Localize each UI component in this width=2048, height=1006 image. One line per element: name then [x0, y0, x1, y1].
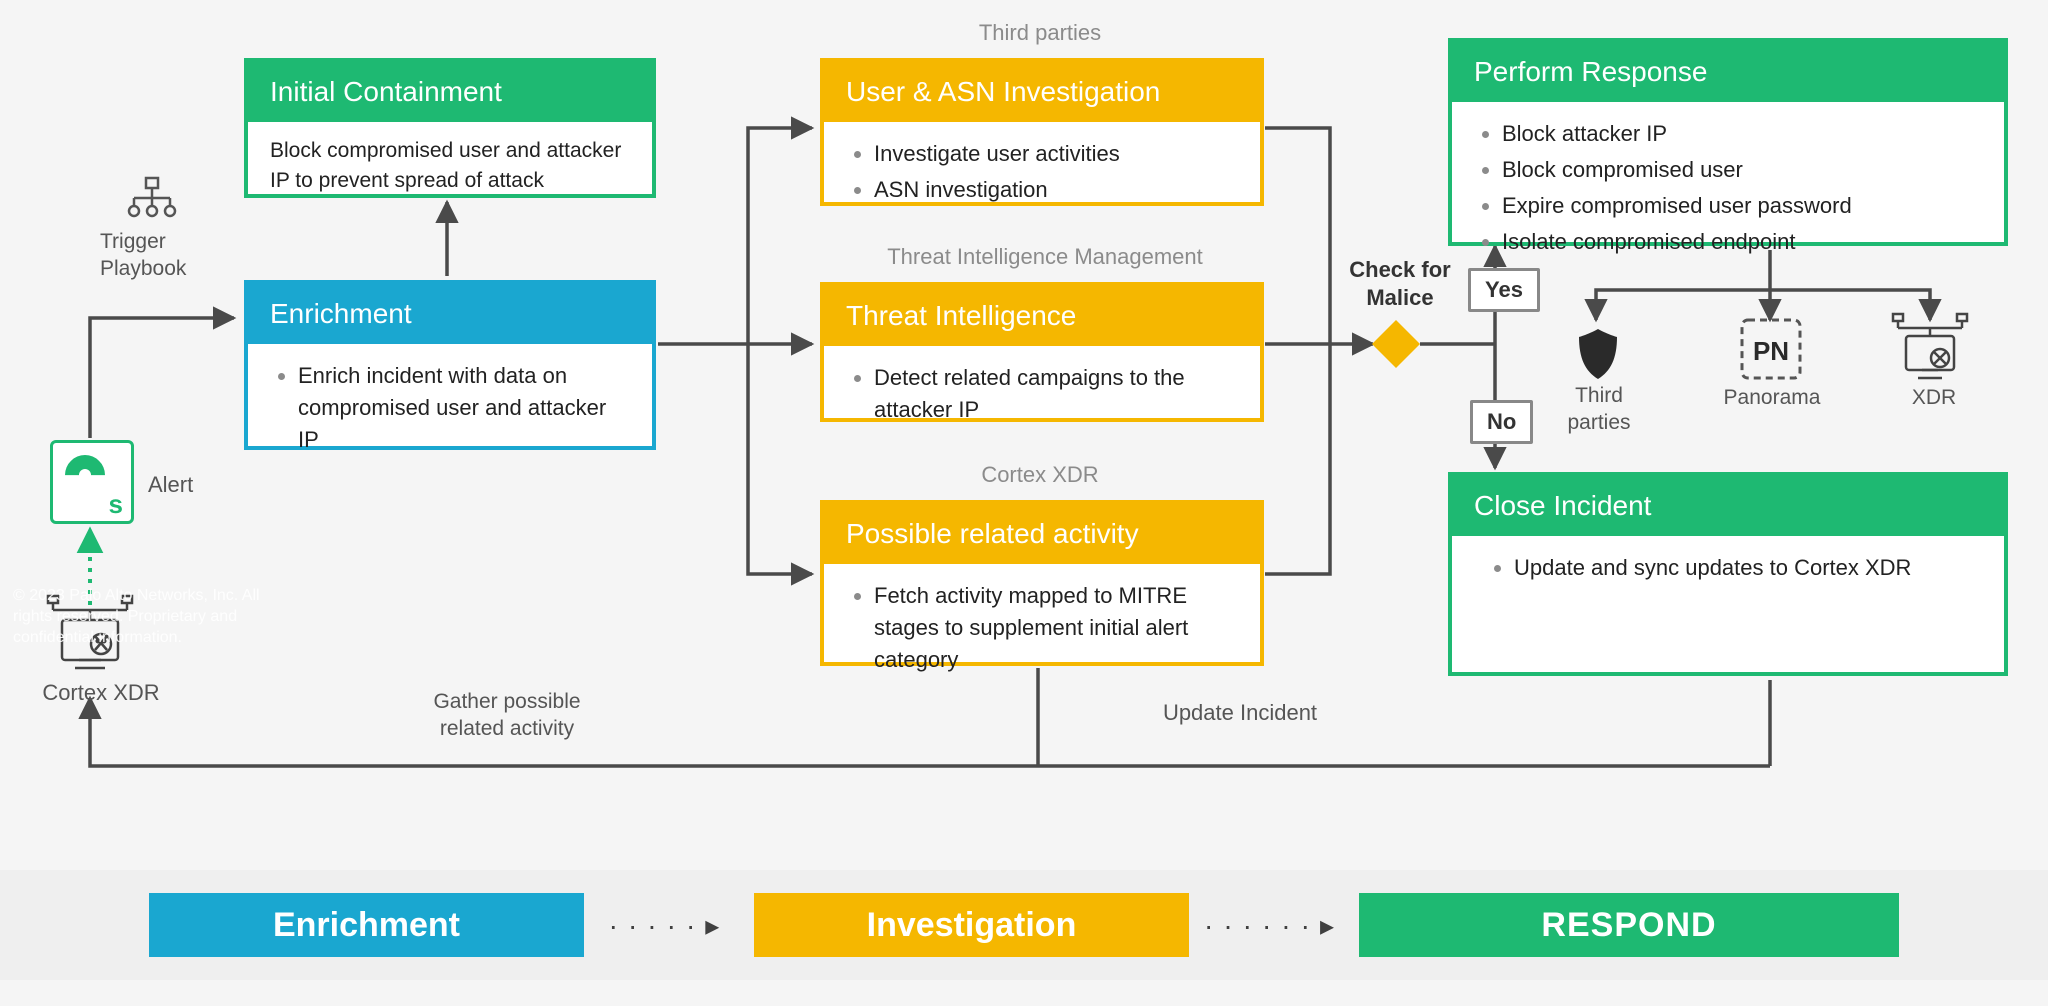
box-title: Threat Intelligence — [824, 286, 1260, 346]
box-title: User & ASN Investigation — [824, 62, 1260, 122]
label-resp-xdr: XDR — [1904, 384, 1964, 411]
list-item: Block compromised user — [1502, 152, 1982, 188]
decision-yes: Yes — [1468, 268, 1540, 312]
label-check-malice: Check forMalice — [1340, 256, 1460, 311]
list-item: Investigate user activities — [874, 136, 1238, 172]
list-item: Isolate compromised endpoint — [1502, 224, 1982, 260]
box-title: Perform Response — [1452, 42, 2004, 102]
label-tim: Threat Intelligence Management — [860, 244, 1230, 270]
list-item: Update and sync updates to Cortex XDR — [1514, 550, 1982, 586]
box-initial-containment: Initial Containment Block compromised us… — [244, 58, 656, 198]
list-item: Enrich incident with data on compromised… — [298, 358, 630, 458]
box-perform-response: Perform Response Block attacker IP Block… — [1448, 38, 2008, 246]
phase-investigation: Investigation — [754, 893, 1189, 957]
label-resp-panorama: Panorama — [1712, 384, 1832, 411]
box-related-activity: Possible related activity Fetch activity… — [820, 500, 1264, 666]
phase-connector: ······▸ — [1189, 909, 1359, 942]
label-gather: Gather possiblerelated activity — [392, 688, 622, 743]
label-resp-third-parties: Third parties — [1554, 382, 1644, 437]
label-update-incident: Update Incident — [1130, 700, 1350, 726]
label-cortex-xdr-source: Cortex XDR — [26, 680, 176, 706]
box-title: Possible related activity — [824, 504, 1260, 564]
decision-no: No — [1470, 400, 1533, 444]
box-title: Close Incident — [1452, 476, 2004, 536]
phase-respond: RESPOND — [1359, 893, 1899, 957]
phase-bar: Enrichment ·····▸ Investigation ······▸ … — [0, 870, 2048, 980]
xsoar-logo-icon: s — [50, 440, 134, 524]
list-item: Block attacker IP — [1502, 116, 1982, 152]
box-threat-intelligence: Threat Intelligence Detect related campa… — [820, 282, 1264, 422]
list-item: Expire compromised user password — [1502, 188, 1982, 224]
phase-connector: ·····▸ — [584, 909, 754, 942]
box-title: Initial Containment — [248, 62, 652, 122]
label-alert: Alert — [148, 472, 228, 498]
box-user-asn: User & ASN Investigation Investigate use… — [820, 58, 1264, 206]
box-body: Block compromised user and attacker IP t… — [248, 122, 652, 215]
box-close-incident: Close Incident Update and sync updates t… — [1448, 472, 2008, 676]
list-item: Fetch activity mapped to MITRE stages to… — [874, 578, 1238, 678]
box-enrichment: Enrichment Enrich incident with data on … — [244, 280, 656, 450]
watermark-text: © 2023 Palo Alto Networks, Inc. All righ… — [13, 586, 288, 648]
label-trigger-playbook: TriggerPlaybook — [100, 228, 210, 283]
list-item: ASN investigation — [874, 172, 1238, 208]
label-third-parties: Third parties — [940, 20, 1140, 46]
box-title: Enrichment — [248, 284, 652, 344]
svg-text:PN: PN — [1753, 336, 1789, 366]
label-cortex-xdr: Cortex XDR — [970, 462, 1110, 488]
list-item: Detect related campaigns to the attacker… — [874, 360, 1238, 428]
phase-enrichment: Enrichment — [149, 893, 584, 957]
